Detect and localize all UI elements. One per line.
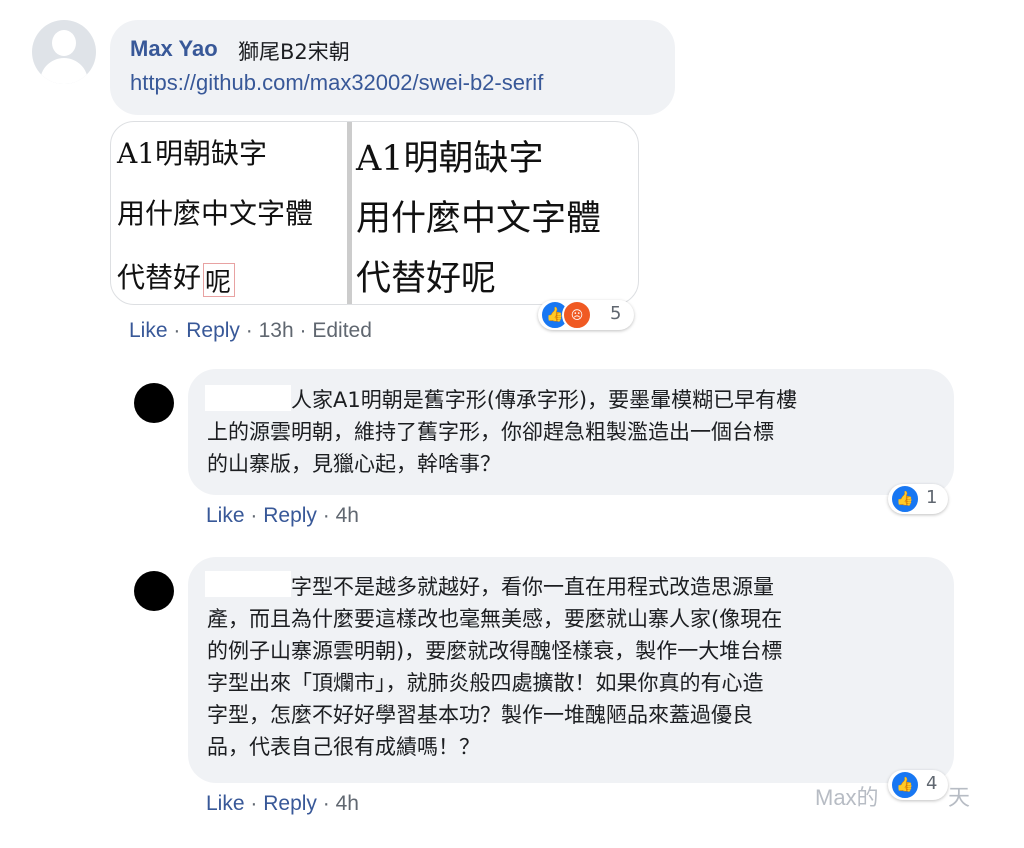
- avatar-shoulders-shape: [40, 58, 88, 84]
- reply-line: 上的源雲明朝，維持了舊字形，你卻趕急粗製濫造出一個台標: [207, 420, 774, 444]
- missing-glyph: 呢: [205, 267, 232, 298]
- image-right-pane: A1明朝缺字 用什麼中文字體 代替好呢: [352, 122, 638, 304]
- commenter-avatar[interactable]: [32, 20, 96, 84]
- reaction-count: 1: [926, 487, 938, 508]
- reply-line: 品，代表自己很有成績嗎！？: [207, 735, 480, 759]
- image-left-line-3: 代替好呢: [117, 256, 236, 298]
- separator: ·: [322, 504, 330, 527]
- image-left-line-3-text: 代替好: [117, 261, 202, 294]
- reply-avatar[interactable]: [134, 383, 174, 423]
- comment-link[interactable]: https://github.com/max32002/swei-b2-seri…: [130, 70, 543, 96]
- separator: ·: [322, 792, 330, 815]
- separator: ·: [245, 319, 253, 342]
- reply-reactions[interactable]: 👍 4: [888, 770, 948, 800]
- like-button[interactable]: Like: [129, 319, 168, 342]
- reply-text: 人家A1明朝是舊字形(傳承字形)，要墨暈模糊已早有樓 上的源雲明朝，維持了舊字形…: [207, 384, 947, 480]
- reply-button[interactable]: Reply: [263, 504, 317, 527]
- reply-actions: Like · Reply · 4h: [206, 504, 359, 528]
- separator: ·: [173, 319, 181, 342]
- missing-glyph-box: 呢: [203, 262, 236, 298]
- image-left-line-1: A1明朝缺字: [117, 137, 268, 170]
- like-icon: 👍: [890, 484, 920, 514]
- comment-actions: Like · Reply · 13h · Edited: [129, 319, 372, 343]
- reply-line: 的山寨版，見獵心起，幹啥事？: [207, 452, 501, 476]
- reply-reactions[interactable]: 👍 1: [888, 484, 948, 514]
- reply-line: 字型，怎麼不好好學習基本功？製作一堆醜陋品來蓋過優良: [207, 703, 753, 727]
- separator: ·: [299, 319, 307, 342]
- reply-line: 人家A1明朝是舊字形(傳承字形)，要墨暈模糊已早有樓: [291, 388, 798, 412]
- comment-image-attachment[interactable]: A1明朝缺字 用什麼中文字體 代替好呢 A1明朝缺字 用什麼中文字體 代替好呢: [110, 121, 639, 305]
- reaction-count: 5: [610, 303, 622, 324]
- comment-bubble: [110, 20, 675, 115]
- angry-icon: ☹: [562, 300, 592, 330]
- watermark: Max的: [815, 780, 879, 812]
- reply-line: 字型出來「頂爛市」，就肺炎般四處擴散！如果你真的有心造: [207, 671, 764, 695]
- watermark-tail: 天: [948, 780, 970, 812]
- reply-avatar[interactable]: [134, 571, 174, 611]
- avatar-head-shape: [52, 30, 76, 56]
- image-right-line-2: 用什麼中文字體: [356, 199, 602, 239]
- image-left-pane: A1明朝缺字 用什麼中文字體 代替好呢: [111, 122, 347, 304]
- timestamp[interactable]: 4h: [336, 504, 359, 527]
- reply-button[interactable]: Reply: [186, 319, 240, 342]
- like-button[interactable]: Like: [206, 792, 245, 815]
- reply-actions: Like · Reply · 4h: [206, 792, 359, 816]
- reply-line: 的例子山寨源雲明朝)，要麼就改得醜怪樣衰，製作一大堆台標: [207, 639, 783, 663]
- separator: ·: [250, 792, 258, 815]
- comment-author-name[interactable]: Max Yao: [130, 36, 218, 62]
- comment-text: 獅尾B2宋朝: [238, 40, 350, 64]
- image-right-line-3: 代替好呢: [356, 259, 497, 299]
- image-left-line-2: 用什麼中文字體: [117, 197, 314, 230]
- like-button[interactable]: Like: [206, 504, 245, 527]
- reply-line: 產，而且為什麼要這樣改也毫無美感，要麼就山寨人家(像現在: [207, 607, 783, 631]
- timestamp[interactable]: 4h: [336, 792, 359, 815]
- like-icon: 👍: [890, 770, 920, 800]
- edited-label[interactable]: Edited: [312, 319, 372, 342]
- comment-reactions[interactable]: 👍 ☹ 5: [538, 300, 634, 330]
- watermark-tail-text: 天: [948, 785, 971, 810]
- watermark-text: Max的: [815, 785, 879, 810]
- reply-button[interactable]: Reply: [263, 792, 317, 815]
- reply-line: 字型不是越多就越好，看你一直在用程式改造思源量: [291, 575, 774, 599]
- reaction-count: 4: [926, 773, 938, 794]
- image-right-line-1: A1明朝缺字: [356, 139, 544, 179]
- separator: ·: [250, 504, 258, 527]
- timestamp[interactable]: 13h: [259, 319, 294, 342]
- reply-text: 字型不是越多就越好，看你一直在用程式改造思源量 產，而且為什麼要這樣改也毫無美感…: [207, 571, 947, 763]
